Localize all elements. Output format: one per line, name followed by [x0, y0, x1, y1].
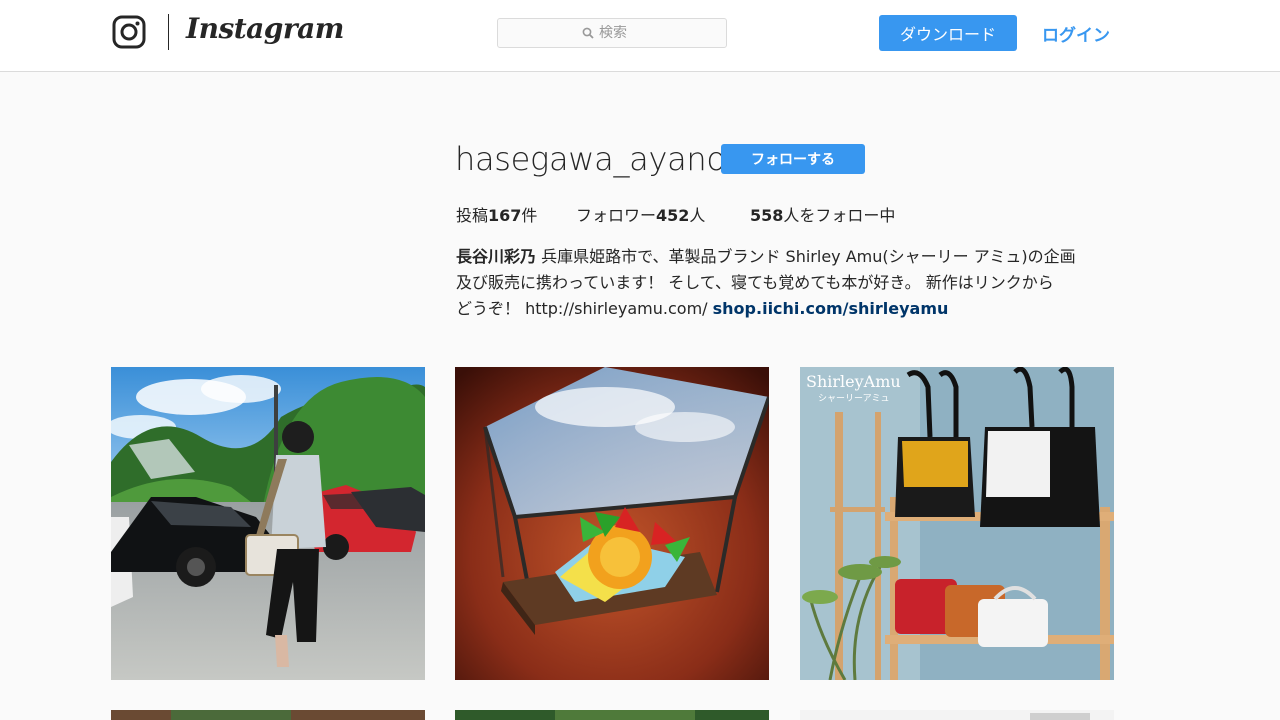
follow-button[interactable]: フォローする	[721, 144, 865, 174]
bio-line-3: どうぞ！ http://shirleyamu.com/ shop.iichi.c…	[456, 299, 949, 318]
post-thumbnail-6[interactable]	[800, 710, 1114, 720]
tile3-brand-subtext: シャーリーアミュ	[818, 394, 889, 404]
post-thumbnail-5[interactable]	[455, 710, 769, 720]
post-thumbnail-3[interactable]: ShirleyAmu シャーリーアミュ	[800, 367, 1114, 680]
login-link[interactable]: ログイン	[1042, 21, 1110, 46]
tile3-brand-text: ShirleyAmu	[806, 372, 901, 391]
profile-bio: 長谷川彩乃 兵庫県姫路市で、革製品ブランド Shirley Amu(シャーリー …	[456, 244, 1116, 322]
post-thumbnail-2[interactable]	[455, 367, 769, 680]
search-input[interactable]	[599, 25, 719, 41]
search-box[interactable]	[497, 18, 727, 48]
post-thumbnail-1[interactable]	[111, 367, 425, 680]
following-stat[interactable]: 558人をフォロー中	[750, 202, 895, 226]
followers-stat[interactable]: フォロワー452人	[576, 202, 705, 226]
top-navigation-bar: Instagram ダウンロード ログイン	[0, 0, 1280, 72]
search-icon	[582, 27, 594, 39]
instagram-camera-icon[interactable]	[112, 15, 146, 49]
bio-line-2: 及び販売に携わっています！ そして、寝ても覚めても本が好き。 新作はリンクから	[456, 273, 1054, 292]
bio-external-link[interactable]: shop.iichi.com/shirleyamu	[713, 299, 949, 318]
post-thumbnail-4[interactable]	[111, 710, 425, 720]
logo-divider	[168, 14, 169, 50]
download-button[interactable]: ダウンロード	[879, 15, 1017, 51]
bio-line-1: 長谷川彩乃 兵庫県姫路市で、革製品ブランド Shirley Amu(シャーリー …	[456, 247, 1076, 266]
bio-full-name: 長谷川彩乃	[456, 247, 537, 266]
posts-count-stat: 投稿167件	[456, 206, 538, 225]
profile-username: hasegawa_ayano	[455, 140, 726, 178]
instagram-wordmark[interactable]: Instagram	[186, 12, 344, 45]
